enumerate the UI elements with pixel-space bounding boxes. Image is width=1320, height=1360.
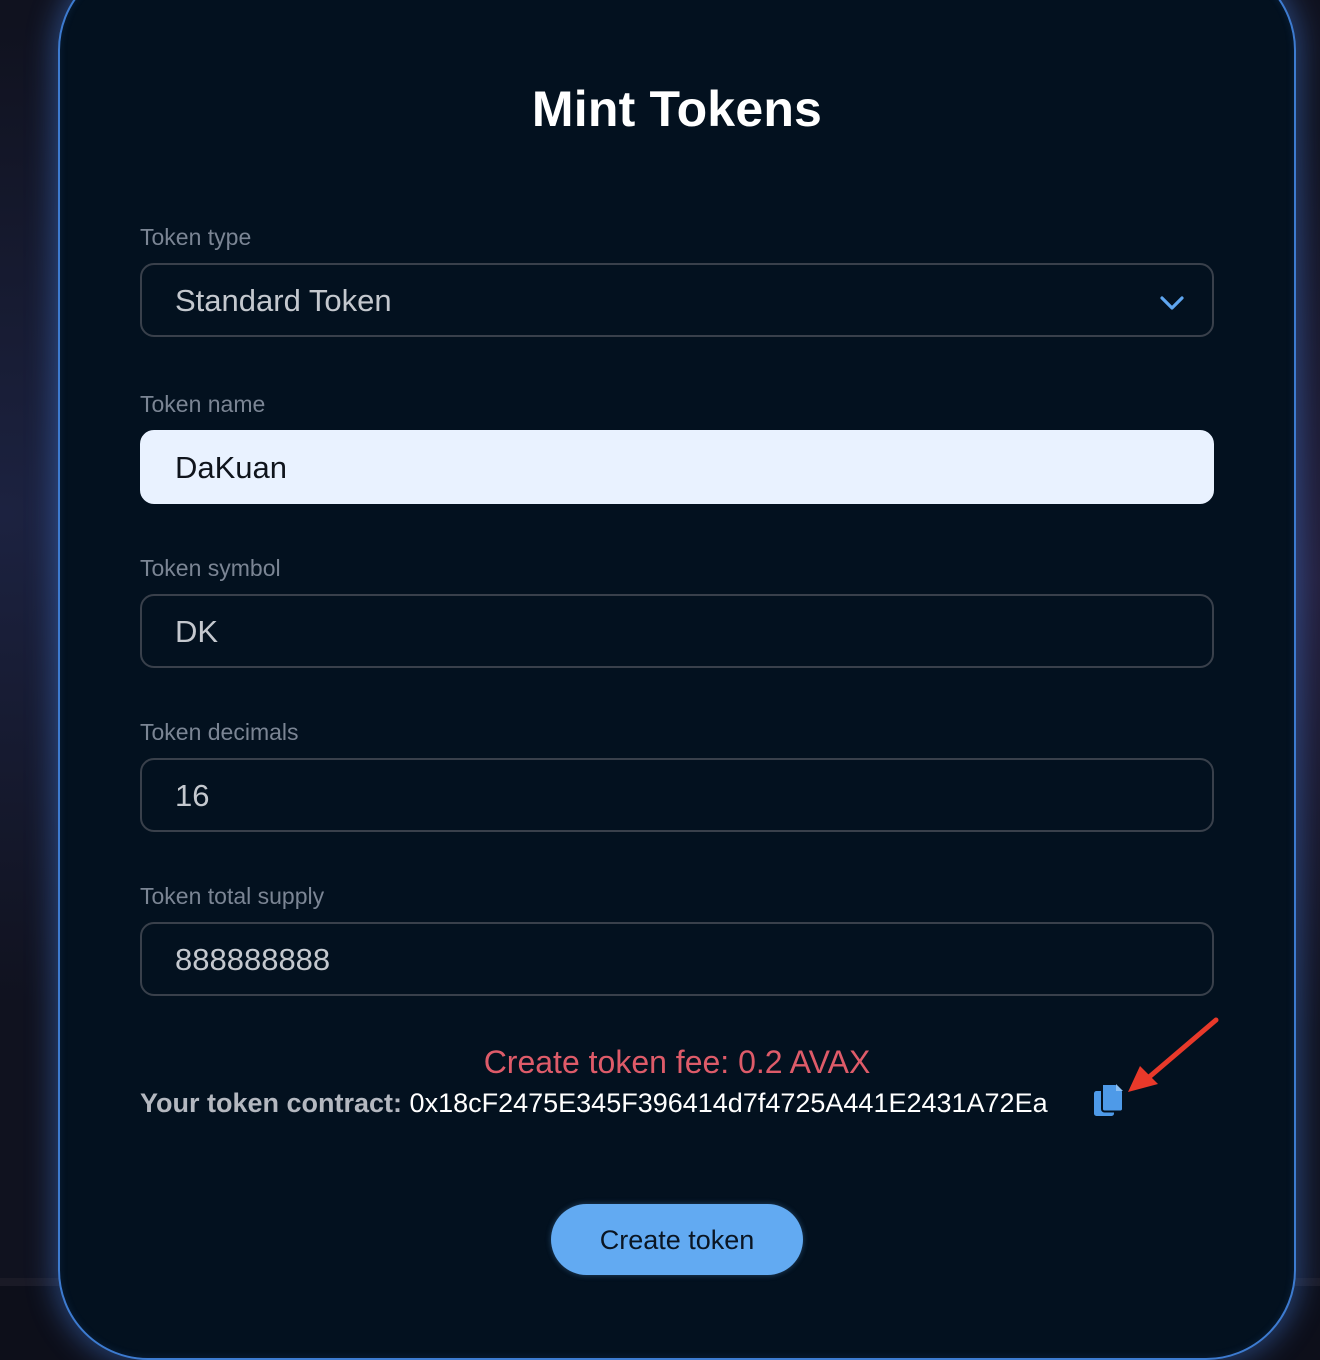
token-name-input[interactable]: DaKuan (140, 430, 1214, 504)
token-contract-address: 0x18cF2475E345F396414d7f4725A441E2431A72… (409, 1088, 1048, 1118)
token-decimals-input[interactable]: 16 (140, 758, 1214, 832)
arrow-icon (1128, 1017, 1219, 1092)
token-symbol-value: DK (175, 614, 219, 649)
token-contract-line: Your token contract: 0x18cF2475E345F3964… (140, 1088, 1048, 1119)
page-title: Mint Tokens (531, 81, 823, 137)
token-decimals-value: 16 (175, 778, 210, 813)
token-symbol-label: Token symbol (140, 555, 281, 581)
token-type-select[interactable]: Standard Token (140, 263, 1214, 337)
token-supply-input[interactable]: 888888888 (140, 922, 1214, 996)
token-name-label: Token name (140, 391, 266, 417)
chevron-down-icon (1160, 296, 1184, 310)
token-decimals-label: Token decimals (140, 719, 299, 745)
token-type-label: Token type (140, 224, 252, 250)
token-name-value: DaKuan (175, 450, 288, 485)
token-contract-label: Your token contract: (140, 1088, 403, 1118)
token-supply-label: Token total supply (140, 883, 325, 909)
token-type-value: Standard Token (175, 283, 392, 318)
token-supply-value: 888888888 (175, 942, 331, 977)
mint-card (58, 0, 1296, 1360)
token-symbol-input[interactable]: DK (140, 594, 1214, 668)
create-token-button[interactable]: Create token (551, 1204, 803, 1275)
